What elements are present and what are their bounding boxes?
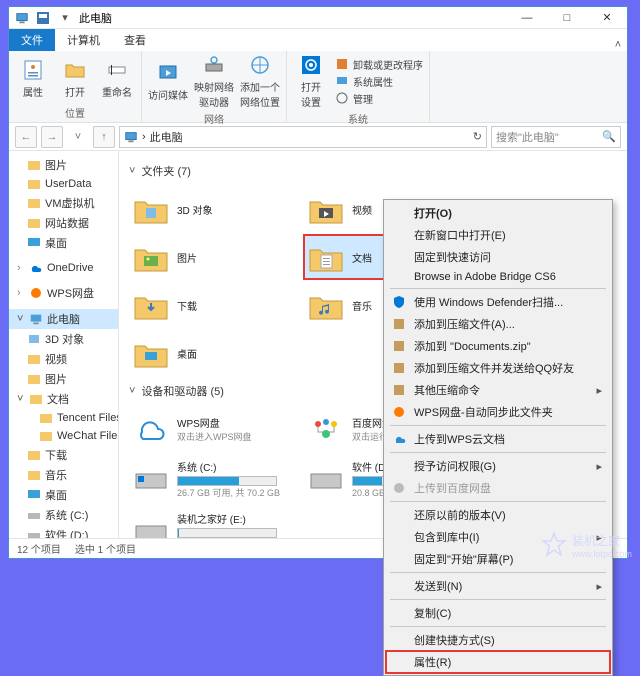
pc-icon	[15, 11, 29, 25]
status-selection: 选中 1 个项目	[75, 541, 136, 556]
window-title: 此电脑	[79, 10, 112, 26]
nav-up-button[interactable]: ↑	[93, 126, 115, 148]
item-sysc[interactable]: 系统 (C:)26.7 GB 可用, 共 70.2 GB	[129, 455, 304, 503]
minimize-button[interactable]: —	[507, 7, 547, 29]
menu-zipother[interactable]: 其他压缩命令▸	[386, 379, 610, 401]
pc-icon	[124, 130, 138, 144]
status-count: 12 个项目	[17, 541, 61, 556]
ribbon-uninstall[interactable]: 卸载或更改程序	[335, 57, 423, 72]
tree-music[interactable]: 音乐	[9, 465, 118, 485]
tree-desktop1[interactable]: 桌面	[9, 233, 118, 253]
archive-icon	[392, 383, 406, 397]
archive-icon	[392, 361, 406, 375]
tree-videos[interactable]: 视频	[9, 349, 118, 369]
qat-dropdown-icon[interactable]: ▾	[57, 10, 73, 26]
address-bar[interactable]: › 此电脑 ↻	[119, 126, 487, 148]
item-desktop[interactable]: 桌面	[129, 331, 304, 375]
breadcrumb-thispc[interactable]: 此电脑	[150, 129, 183, 145]
menu-copy[interactable]: 复制(C)	[386, 602, 610, 624]
item-3dobjects[interactable]: 3D 对象	[129, 187, 304, 231]
tree-wps[interactable]: ›WPS网盘	[9, 283, 118, 303]
item-downloads[interactable]: 下载	[129, 283, 304, 327]
menu-wpsupload[interactable]: 上传到WPS云文档	[386, 428, 610, 450]
menu-restore[interactable]: 还原以前的版本(V)	[386, 504, 610, 526]
address-toolbar: ← → ˅ ↑ › 此电脑 ↻ 搜索"此电脑"🔍	[9, 123, 627, 151]
nav-history-button[interactable]: ˅	[67, 126, 89, 148]
menu-zipqq[interactable]: 添加到压缩文件并发送给QQ好友	[386, 357, 610, 379]
tree-thispc[interactable]: ˅此电脑	[9, 309, 118, 329]
baidu-icon	[392, 481, 406, 495]
tree-softd[interactable]: 软件 (D:)	[9, 525, 118, 538]
menu-open[interactable]: 打开(O)	[386, 202, 610, 224]
close-button[interactable]: ✕	[587, 7, 627, 29]
shield-icon	[392, 295, 406, 309]
tree-sysc[interactable]: 系统 (C:)	[9, 505, 118, 525]
ribbon-tabs: 文件 计算机 查看 ˄	[9, 29, 627, 51]
menu-bridge[interactable]: Browse in Adobe Bridge CS6	[386, 268, 610, 286]
search-icon: 🔍	[602, 130, 616, 143]
tab-file[interactable]: 文件	[9, 29, 55, 51]
context-menu: 打开(O) 在新窗口中打开(E) 固定到快速访问 Browse in Adobe…	[383, 199, 613, 676]
ribbon-settings[interactable]: 打开 设置	[293, 53, 329, 109]
ribbon-mapdrive[interactable]: 映射网络 驱动器	[194, 53, 234, 109]
ribbon-open[interactable]: 打开	[57, 58, 93, 99]
wps-icon	[392, 405, 406, 419]
tree-3d[interactable]: 3D 对象	[9, 329, 118, 349]
ribbon-properties[interactable]: 属性	[15, 58, 51, 99]
tree-onedrive[interactable]: ›OneDrive	[9, 259, 118, 277]
tree-docs[interactable]: ˅文档	[9, 389, 118, 409]
tree-pics[interactable]: 图片	[9, 369, 118, 389]
menu-wpssync[interactable]: WPS网盘-自动同步此文件夹	[386, 401, 610, 423]
menu-newwindow[interactable]: 在新窗口中打开(E)	[386, 224, 610, 246]
tree-tencent[interactable]: Tencent Files	[9, 409, 118, 427]
titlebar: ▾ 此电脑 — □ ✕	[9, 7, 627, 29]
menu-properties[interactable]: 属性(R)	[386, 651, 610, 673]
archive-icon	[392, 317, 406, 331]
ribbon-media[interactable]: 访问媒体	[148, 61, 188, 102]
item-pics[interactable]: 图片	[129, 235, 304, 279]
ribbon: 属性 打开 重命名 位置 访问媒体 映射网络 驱动器 添加一个 网络位置 网络 …	[9, 51, 627, 123]
item-wpsdrive[interactable]: WPS网盘双击进入WPS网盘	[129, 407, 304, 451]
ribbon-rename[interactable]: 重命名	[99, 58, 135, 99]
group-folders[interactable]: ˅文件夹 (7)	[129, 163, 617, 179]
tree-downloads[interactable]: 下载	[9, 445, 118, 465]
ribbon-collapse-icon[interactable]: ˄	[609, 39, 627, 51]
tab-view[interactable]: 查看	[112, 29, 158, 51]
tree-pictures[interactable]: 图片	[9, 155, 118, 175]
ribbon-group-location: 位置	[9, 105, 141, 122]
menu-sendto[interactable]: 发送到(N)▸	[386, 575, 610, 597]
tree-wechat[interactable]: WeChat Files	[9, 427, 118, 445]
tree-vm[interactable]: VM虚拟机	[9, 193, 118, 213]
item-zje[interactable]: 装机之家好 (E:)9.73 GB 可用, 共 9.76 GB	[129, 507, 304, 538]
search-input[interactable]: 搜索"此电脑"🔍	[491, 126, 621, 148]
ribbon-manage[interactable]: 管理	[335, 91, 423, 106]
menu-zipdocs[interactable]: 添加到 "Documents.zip"	[386, 335, 610, 357]
cloud-up-icon	[392, 432, 406, 446]
maximize-button[interactable]: □	[547, 7, 587, 29]
tree-userdata[interactable]: UserData	[9, 175, 118, 193]
menu-shortcut[interactable]: 创建快捷方式(S)	[386, 629, 610, 651]
ribbon-sysprops[interactable]: 系统属性	[335, 74, 423, 89]
star-icon	[540, 531, 568, 559]
watermark: 装机之家www.lotpc.com	[540, 531, 632, 559]
explorer-window: ▾ 此电脑 — □ ✕ 文件 计算机 查看 ˄ 属性 打开 重命名 位置 访问媒…	[8, 6, 628, 559]
menu-defender[interactable]: 使用 Windows Defender扫描...	[386, 291, 610, 313]
nav-back-button[interactable]: ←	[15, 126, 37, 148]
menu-pinqa[interactable]: 固定到快速访问	[386, 246, 610, 268]
menu-auth[interactable]: 授予访问权限(G)▸	[386, 455, 610, 477]
tree-desk[interactable]: 桌面	[9, 485, 118, 505]
qat-save-icon[interactable]	[35, 10, 51, 26]
tree-sitedata[interactable]: 网站数据	[9, 213, 118, 233]
menu-baiduup[interactable]: 上传到百度网盘	[386, 477, 610, 499]
refresh-icon[interactable]: ↻	[473, 130, 482, 143]
tab-computer[interactable]: 计算机	[55, 29, 112, 51]
menu-zipadd[interactable]: 添加到压缩文件(A)...	[386, 313, 610, 335]
nav-forward-button[interactable]: →	[41, 126, 63, 148]
archive-icon	[392, 339, 406, 353]
nav-tree[interactable]: 图片 UserData VM虚拟机 网站数据 桌面 ›OneDrive ›WPS…	[9, 151, 119, 538]
ribbon-addloc[interactable]: 添加一个 网络位置	[240, 53, 280, 109]
